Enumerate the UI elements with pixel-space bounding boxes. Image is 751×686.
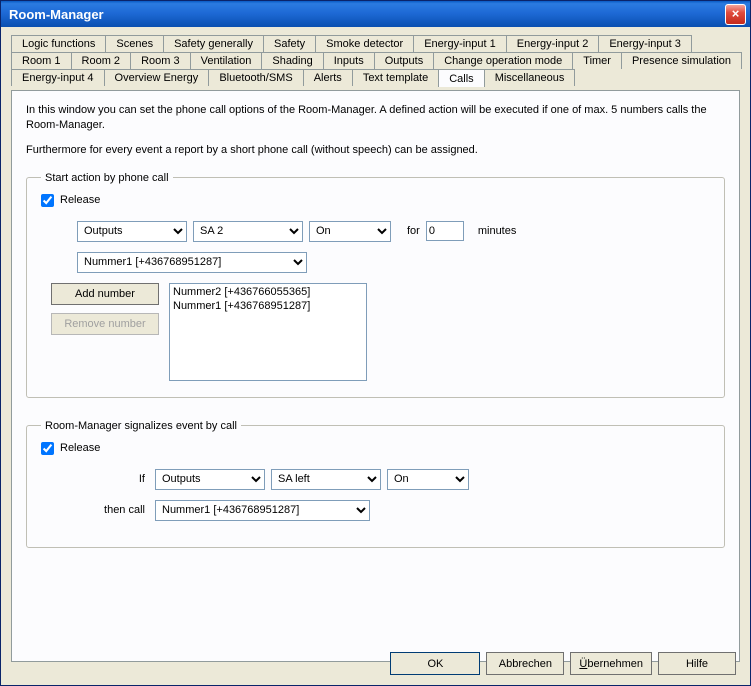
tab-miscellaneous[interactable]: Miscellaneous (484, 69, 576, 86)
number-listbox[interactable]: Nummer2 [+436766055365]Nummer1 [+4367689… (169, 283, 367, 381)
description-text-2: Furthermore for every event a report by … (26, 143, 725, 158)
ok-button[interactable]: OK (390, 652, 480, 675)
tabstrip: Logic functionsScenesSafety generallySaf… (11, 35, 740, 86)
remove-number-button[interactable]: Remove number (51, 313, 159, 335)
event-state-select[interactable]: On (387, 469, 469, 490)
tab-room-1[interactable]: Room 1 (11, 52, 72, 69)
content-area: Logic functionsScenesSafety generallySaf… (1, 27, 750, 670)
add-number-button[interactable]: Add number (51, 283, 159, 305)
tab-change-operation-mode[interactable]: Change operation mode (433, 52, 573, 69)
release-label-1: Release (60, 194, 100, 206)
list-item[interactable]: Nummer1 [+436768951287] (173, 299, 363, 313)
event-target-select[interactable]: SA left (271, 469, 381, 490)
action-category-select[interactable]: Outputs (77, 221, 187, 242)
window-title: Room-Manager (9, 7, 725, 22)
tab-energy-input-1[interactable]: Energy-input 1 (413, 35, 507, 52)
tab-outputs[interactable]: Outputs (374, 52, 435, 69)
tab-energy-input-3[interactable]: Energy-input 3 (598, 35, 692, 52)
for-label: for (407, 225, 420, 237)
release-checkbox-1[interactable] (41, 194, 54, 207)
tab-inputs[interactable]: Inputs (323, 52, 375, 69)
tab-safety-generally[interactable]: Safety generally (163, 35, 264, 52)
group-signalize-event: Room-Manager signalizes event by call Re… (26, 420, 725, 548)
dialog-buttons: OK Abbrechen Übernehmen Hilfe (390, 652, 736, 675)
list-item[interactable]: Nummer2 [+436766055365] (173, 285, 363, 299)
if-label: If (41, 473, 149, 485)
action-target-select[interactable]: SA 2 (193, 221, 303, 242)
release-checkbox-2[interactable] (41, 442, 54, 455)
group-start-action-legend: Start action by phone call (41, 172, 173, 184)
action-state-select[interactable]: On (309, 221, 391, 242)
window: Room-Manager × Logic functionsScenesSafe… (0, 0, 751, 686)
tab-bluetooth-sms[interactable]: Bluetooth/SMS (208, 69, 303, 86)
tab-shading[interactable]: Shading (261, 52, 323, 69)
tab-safety[interactable]: Safety (263, 35, 316, 52)
then-call-label: then call (41, 504, 149, 516)
tab-panel-calls: In this window you can set the phone cal… (11, 90, 740, 662)
tab-text-template[interactable]: Text template (352, 69, 439, 86)
titlebar: Room-Manager × (1, 1, 750, 27)
then-call-number-select[interactable]: Nummer1 [+436768951287] (155, 500, 370, 521)
tab-logic-functions[interactable]: Logic functions (11, 35, 106, 52)
close-icon[interactable]: × (725, 4, 746, 25)
release-label-2: Release (60, 442, 100, 454)
minutes-input[interactable] (426, 221, 464, 241)
help-button[interactable]: Hilfe (658, 652, 736, 675)
number-select[interactable]: Nummer1 [+436768951287] (77, 252, 307, 273)
tab-room-3[interactable]: Room 3 (130, 52, 191, 69)
description-text-1: In this window you can set the phone cal… (26, 103, 725, 133)
group-signalize-event-legend: Room-Manager signalizes event by call (41, 420, 241, 432)
tab-presence-simulation[interactable]: Presence simulation (621, 52, 742, 69)
tab-smoke-detector[interactable]: Smoke detector (315, 35, 414, 52)
cancel-button[interactable]: Abbrechen (486, 652, 564, 675)
tab-room-2[interactable]: Room 2 (71, 52, 132, 69)
tab-scenes[interactable]: Scenes (105, 35, 164, 52)
tab-energy-input-2[interactable]: Energy-input 2 (506, 35, 600, 52)
event-category-select[interactable]: Outputs (155, 469, 265, 490)
tab-overview-energy[interactable]: Overview Energy (104, 69, 210, 86)
tab-calls[interactable]: Calls (438, 69, 484, 87)
tab-ventilation[interactable]: Ventilation (190, 52, 263, 69)
tab-alerts[interactable]: Alerts (303, 69, 353, 86)
apply-button[interactable]: Übernehmen (570, 652, 652, 675)
group-start-action: Start action by phone call Release Outpu… (26, 172, 725, 398)
tab-energy-input-4[interactable]: Energy-input 4 (11, 69, 105, 86)
tab-timer[interactable]: Timer (572, 52, 622, 69)
minutes-label: minutes (478, 225, 517, 237)
